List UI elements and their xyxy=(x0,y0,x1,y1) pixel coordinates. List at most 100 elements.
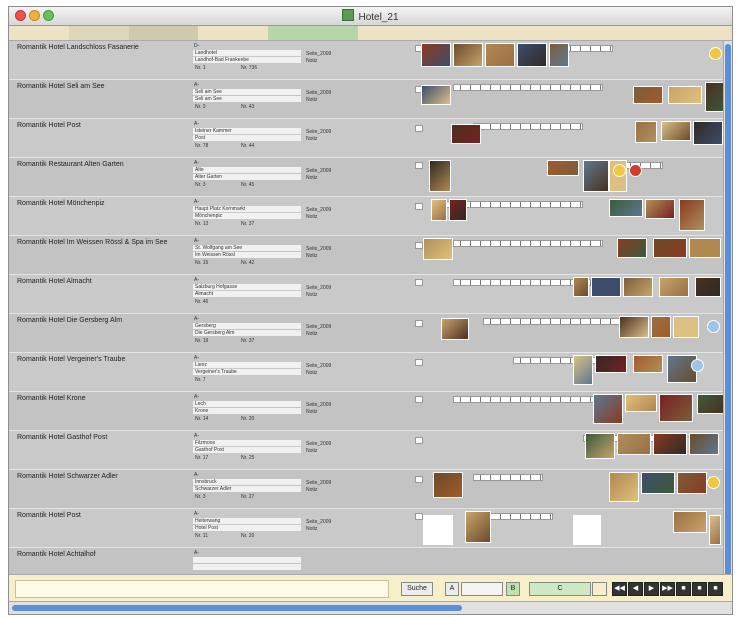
icon-toolbar[interactable] xyxy=(453,396,603,403)
photo-thumbnail[interactable] xyxy=(659,277,689,297)
nav-button[interactable]: ■ xyxy=(692,582,707,596)
gallery-control[interactable] xyxy=(415,359,423,366)
city-field[interactable] xyxy=(193,135,301,141)
photo-thumbnail[interactable] xyxy=(693,121,723,145)
photo-thumbnail[interactable] xyxy=(617,433,651,455)
street-field[interactable] xyxy=(193,362,301,368)
photo-thumbnail[interactable] xyxy=(421,43,451,67)
photo-thumbnail[interactable] xyxy=(609,199,643,217)
record-row: Romantik Hotel Mönchenpiz A- Haupt Platz K… xyxy=(9,197,725,236)
photo-thumbnail[interactable] xyxy=(449,199,467,221)
photo-thumbnail[interactable] xyxy=(653,433,687,455)
photo-thumbnail[interactable] xyxy=(679,199,705,231)
toolbar-a-button[interactable]: A xyxy=(445,582,459,596)
photo-thumbnail[interactable] xyxy=(549,43,569,67)
photo-thumbnail[interactable] xyxy=(661,121,691,141)
gallery-control[interactable] xyxy=(415,396,423,403)
photo-thumbnail[interactable] xyxy=(423,515,453,545)
toolbar-spacer-button[interactable] xyxy=(592,582,607,596)
record-number-field[interactable] xyxy=(461,582,503,596)
photo-thumbnail[interactable] xyxy=(695,277,721,297)
photo-thumbnail[interactable] xyxy=(619,316,649,338)
photo-thumbnail[interactable] xyxy=(585,433,615,459)
icon-toolbar[interactable] xyxy=(563,45,613,52)
photo-thumbnail[interactable] xyxy=(433,472,463,498)
photo-thumbnail[interactable] xyxy=(633,86,663,104)
photo-thumbnail[interactable] xyxy=(593,394,623,424)
nav-button[interactable]: ■ xyxy=(708,582,723,596)
vertical-scroll-thumb[interactable] xyxy=(725,44,731,576)
photo-thumbnail[interactable] xyxy=(633,355,663,373)
city-field[interactable] xyxy=(193,564,301,570)
nav-button[interactable]: ◀ xyxy=(628,582,643,596)
photo-thumbnail[interactable] xyxy=(485,43,515,67)
photo-thumbnail[interactable] xyxy=(689,433,719,455)
gallery-control[interactable] xyxy=(415,162,423,169)
photo-thumbnail[interactable] xyxy=(689,238,721,258)
layout-switch-button[interactable]: Suche xyxy=(401,582,433,596)
photo-thumbnail[interactable] xyxy=(453,43,483,67)
photo-thumbnail[interactable] xyxy=(651,316,671,338)
city-field[interactable] xyxy=(193,408,301,414)
photo-thumbnail[interactable] xyxy=(623,277,653,297)
icon-toolbar[interactable] xyxy=(473,123,583,130)
photo-thumbnail[interactable] xyxy=(583,160,609,192)
photo-thumbnail[interactable] xyxy=(573,277,589,297)
photo-thumbnail[interactable] xyxy=(441,318,469,340)
photo-thumbnail[interactable] xyxy=(705,82,725,112)
horizontal-scroll-thumb[interactable] xyxy=(12,605,462,611)
photo-thumbnail[interactable] xyxy=(421,85,451,105)
photo-thumbnail[interactable] xyxy=(673,511,707,533)
photo-thumbnail[interactable] xyxy=(573,515,601,545)
nav-button[interactable]: ▶▶ xyxy=(660,582,675,596)
photo-thumbnail[interactable] xyxy=(423,238,453,260)
photo-thumbnail[interactable] xyxy=(429,160,451,192)
gallery-control[interactable] xyxy=(415,513,423,520)
gallery-control[interactable] xyxy=(415,242,423,249)
status-text-field[interactable] xyxy=(15,580,389,598)
vertical-scrollbar[interactable] xyxy=(723,41,732,581)
gallery-control[interactable] xyxy=(415,279,423,286)
photo-thumbnail[interactable] xyxy=(451,124,481,144)
country-code: A- xyxy=(194,355,199,361)
toolbar-b-button[interactable]: B xyxy=(506,582,520,596)
photo-thumbnail[interactable] xyxy=(653,238,687,258)
photo-thumbnail[interactable] xyxy=(517,43,547,67)
photo-thumbnail[interactable] xyxy=(668,86,702,104)
gallery-control[interactable] xyxy=(415,320,423,327)
photo-thumbnail[interactable] xyxy=(617,238,647,258)
photo-thumbnail[interactable] xyxy=(709,515,721,545)
street-field[interactable] xyxy=(193,557,301,563)
icon-toolbar[interactable] xyxy=(453,84,603,91)
photo-thumbnail[interactable] xyxy=(591,277,621,297)
toolbar-c-button[interactable]: C xyxy=(529,582,591,596)
horizontal-scrollbar[interactable] xyxy=(9,601,732,614)
photo-thumbnail[interactable] xyxy=(673,316,699,338)
icon-toolbar[interactable] xyxy=(483,513,553,520)
photo-thumbnail[interactable] xyxy=(659,394,693,422)
photo-thumbnail[interactable] xyxy=(677,472,707,494)
street-field[interactable] xyxy=(193,167,301,173)
photo-thumbnail[interactable] xyxy=(595,355,627,373)
photo-thumbnail[interactable] xyxy=(547,160,579,176)
icon-toolbar[interactable] xyxy=(483,318,633,325)
icon-toolbar[interactable] xyxy=(453,240,603,247)
icon-toolbar[interactable] xyxy=(473,474,543,481)
gallery-control[interactable] xyxy=(415,437,423,444)
photo-thumbnail[interactable] xyxy=(641,472,675,494)
nav-button[interactable]: ▶ xyxy=(644,582,659,596)
nav-button[interactable]: ■ xyxy=(676,582,691,596)
gallery-control[interactable] xyxy=(415,125,423,132)
photo-thumbnail[interactable] xyxy=(635,121,657,143)
photo-thumbnail[interactable] xyxy=(625,394,657,412)
photo-thumbnail[interactable] xyxy=(645,199,675,219)
photo-thumbnail[interactable] xyxy=(431,199,447,221)
photo-thumbnail[interactable] xyxy=(697,394,725,414)
photo-thumbnail[interactable] xyxy=(609,472,639,502)
gallery-control[interactable] xyxy=(415,476,423,483)
photo-thumbnail[interactable] xyxy=(465,511,491,543)
street-field[interactable] xyxy=(193,401,301,407)
gallery-control[interactable] xyxy=(415,203,423,210)
photo-thumbnail[interactable] xyxy=(573,355,593,385)
nav-button[interactable]: ◀◀ xyxy=(612,582,627,596)
